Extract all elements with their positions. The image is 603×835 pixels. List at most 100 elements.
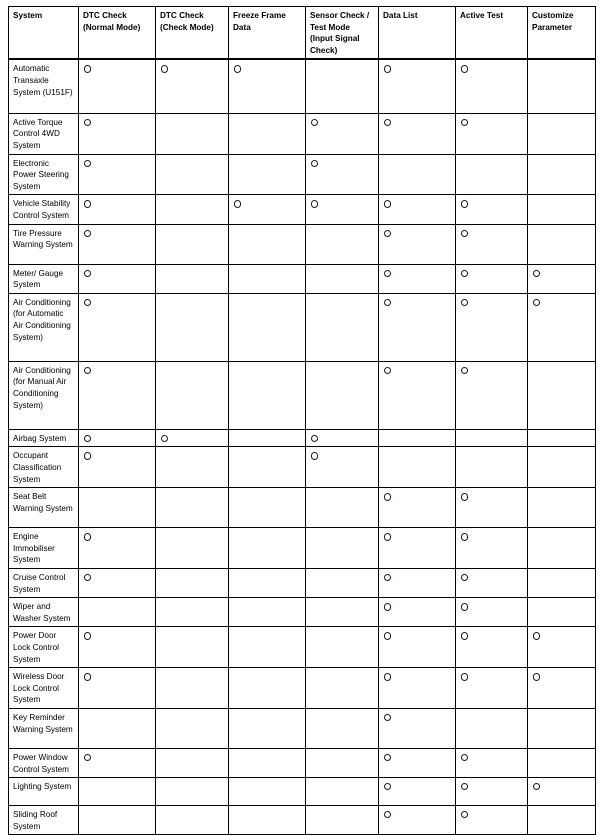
table-row: Meter/ Gauge System (8, 263, 596, 294)
capability-cell-customize (527, 153, 596, 196)
system-name-cell: Engine Immobiliser System (8, 527, 79, 569)
capability-cell-dtc_check (155, 446, 229, 489)
capability-cell-freeze (228, 263, 306, 294)
capability-cell-dtc_check (155, 153, 229, 196)
capability-cell-customize (527, 263, 596, 294)
capability-cell-data_list (378, 626, 456, 669)
table-row: Cruise Control System (8, 567, 596, 599)
capability-cell-sensor (305, 360, 379, 430)
capability-cell-active (455, 597, 528, 628)
column-header-dtc-normal: DTC Check (Normal Mode) (78, 6, 156, 61)
capability-cell-dtc_check (155, 777, 229, 807)
capability-cell-active (455, 667, 528, 709)
supported-circle-icon (384, 229, 392, 238)
table-row: Power Window Control System (8, 747, 596, 779)
column-header-sensor-check: Sensor Check / Test Mode (Input Signal C… (305, 6, 379, 61)
system-name-cell: Vehicle Stability Control System (8, 194, 79, 225)
capability-cell-dtc_check (155, 597, 229, 628)
capability-cell-data_list (378, 153, 456, 196)
capability-cell-customize (527, 597, 596, 628)
capability-cell-freeze (228, 360, 306, 430)
supported-circle-icon (384, 118, 392, 127)
supported-circle-icon (533, 673, 541, 681)
table-row: Power Door Lock Control System (8, 626, 596, 669)
supported-circle-icon (84, 159, 92, 168)
capability-cell-sensor (305, 292, 379, 362)
supported-circle-icon (384, 269, 392, 278)
system-name-cell: Key Reminder Warning System (8, 707, 79, 749)
supported-circle-icon (461, 533, 469, 541)
supported-circle-icon (384, 65, 392, 73)
supported-circle-icon (84, 118, 92, 127)
supported-circle-icon (533, 783, 541, 791)
capability-cell-customize (527, 747, 596, 779)
supported-circle-icon (84, 673, 92, 681)
capability-cell-customize (527, 112, 596, 155)
capability-cell-data_list (378, 527, 456, 569)
capability-cell-data_list (378, 707, 456, 749)
supported-circle-icon (384, 603, 392, 611)
table-row: Seat Belt Warning System (8, 487, 596, 529)
supported-circle-icon (461, 632, 469, 640)
system-name-cell: Cruise Control System (8, 567, 79, 599)
capability-cell-dtc_check (155, 263, 229, 294)
capability-cell-customize (527, 446, 596, 489)
table-row: Sliding Roof System (8, 805, 596, 835)
supported-circle-icon (384, 298, 392, 307)
capability-cell-sensor (305, 805, 379, 835)
system-name-cell: Active Torque Control 4WD System (8, 112, 79, 155)
supported-circle-icon (84, 753, 92, 762)
system-name-cell: Seat Belt Warning System (8, 487, 79, 529)
table-header: System DTC Check (Normal Mode) DTC Check… (8, 6, 596, 61)
column-header-system: System (8, 6, 79, 61)
system-name-cell: Power Window Control System (8, 747, 79, 779)
capability-cell-sensor (305, 567, 379, 599)
system-name-cell: Tire Pressure Warning System (8, 223, 79, 265)
capability-cell-data_list (378, 223, 456, 265)
capability-cell-customize (527, 194, 596, 225)
capability-cell-sensor (305, 527, 379, 569)
supported-circle-icon (384, 632, 392, 640)
capability-cell-dtc_check (155, 667, 229, 709)
capability-cell-freeze (228, 112, 306, 155)
capability-cell-sensor (305, 263, 379, 294)
capability-cell-data_list (378, 58, 456, 114)
supported-circle-icon (234, 65, 242, 73)
capability-cell-dtc_normal (78, 527, 156, 569)
capability-cell-dtc_normal (78, 747, 156, 779)
capability-cell-dtc_normal (78, 667, 156, 709)
capability-cell-freeze (228, 805, 306, 835)
capability-cell-data_list (378, 112, 456, 155)
table-row: Air Conditioning (for Manual Air Conditi… (8, 360, 596, 430)
capability-cell-dtc_normal (78, 112, 156, 155)
system-name-cell: Power Door Lock Control System (8, 626, 79, 669)
capability-cell-active (455, 112, 528, 155)
system-name-cell: Lighting System (8, 777, 79, 807)
table-container: System DTC Check (Normal Mode) DTC Check… (0, 0, 603, 835)
capability-cell-dtc_check (155, 194, 229, 225)
capability-cell-dtc_check (155, 567, 229, 599)
system-name-cell: Automatic Transaxle System (U151F) (8, 58, 79, 114)
capability-cell-data_list (378, 446, 456, 489)
supported-circle-icon (84, 452, 92, 460)
supported-circle-icon (311, 200, 319, 208)
capability-cell-customize (527, 487, 596, 529)
system-name-cell: Air Conditioning (for Automatic Air Cond… (8, 292, 79, 362)
column-header-data-list: Data List (378, 6, 456, 61)
capability-cell-dtc_normal (78, 777, 156, 807)
table-row: Automatic Transaxle System (U151F) (8, 58, 596, 114)
capability-cell-dtc_normal (78, 487, 156, 529)
capability-cell-customize (527, 667, 596, 709)
capability-cell-active (455, 223, 528, 265)
capability-cell-dtc_check (155, 223, 229, 265)
capability-cell-freeze (228, 428, 306, 448)
supported-circle-icon (84, 298, 92, 307)
column-header-customize-parameter: Customize Parameter (527, 6, 596, 61)
capability-cell-active (455, 626, 528, 669)
capability-cell-freeze (228, 292, 306, 362)
capability-cell-dtc_normal (78, 567, 156, 599)
system-name-cell: Sliding Roof System (8, 805, 79, 835)
supported-circle-icon (461, 753, 469, 762)
capability-cell-active (455, 58, 528, 114)
capability-cell-sensor (305, 446, 379, 489)
